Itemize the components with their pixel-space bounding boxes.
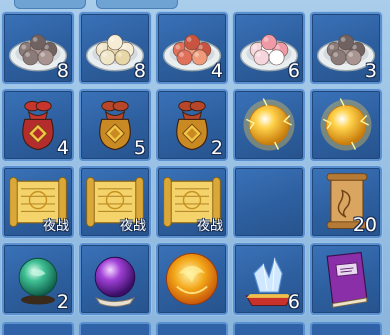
item-tag: 夜战 [196,219,223,234]
item-count: 20 [352,214,377,236]
inventory-slot[interactable]: 夜战 [79,166,151,238]
top-tab-left[interactable] [14,0,86,9]
inventory-slot[interactable]: 3 [310,12,382,84]
item-tag: 夜战 [119,219,146,234]
inventory-slot-partial[interactable] [310,322,382,335]
inventory-slot[interactable] [310,89,382,161]
inventory-slot[interactable]: 4 [156,12,228,84]
item-count: 4 [210,60,223,82]
inventory-slot[interactable] [233,166,305,238]
item-count: 3 [364,60,377,82]
inventory-slot[interactable]: 2 [2,243,74,315]
inventory-slot-partial[interactable] [156,322,228,335]
inventory-slot[interactable]: 夜战 [2,166,74,238]
inventory-slot[interactable]: 5 [79,89,151,161]
inventory-slot[interactable] [156,243,228,315]
top-tab-right[interactable] [96,0,178,9]
inventory-slot[interactable]: 4 [2,89,74,161]
inventory-slot-partial[interactable] [2,322,74,335]
purple-orb-icon [94,256,136,307]
inventory-slot[interactable]: 8 [2,12,74,84]
inventory-slot[interactable] [233,89,305,161]
fire-orb-icon [166,253,218,305]
inventory-slot-partial[interactable] [233,322,305,335]
item-count: 8 [133,60,146,82]
inventory-slot[interactable]: 2 [156,89,228,161]
item-count: 2 [210,137,223,159]
item-count: 5 [133,137,146,159]
purple-book-icon [326,251,368,308]
item-count: 4 [56,137,69,159]
item-count: 8 [56,60,69,82]
item-tag: 夜战 [42,219,69,234]
golden-orb-icon [320,98,372,151]
inventory-slot-partial[interactable] [79,322,151,335]
item-count: 6 [287,291,300,313]
inventory-slot[interactable]: 6 [233,12,305,84]
inventory-slot[interactable]: 8 [79,12,151,84]
inventory-slot[interactable] [79,243,151,315]
inventory-slot[interactable]: 20 [310,166,382,238]
inventory-slot[interactable]: 6 [233,243,305,315]
item-count: 2 [56,291,69,313]
item-count: 6 [287,60,300,82]
inventory-slot[interactable]: 夜战 [156,166,228,238]
golden-orb-icon [243,98,295,151]
inventory-slot[interactable] [310,243,382,315]
